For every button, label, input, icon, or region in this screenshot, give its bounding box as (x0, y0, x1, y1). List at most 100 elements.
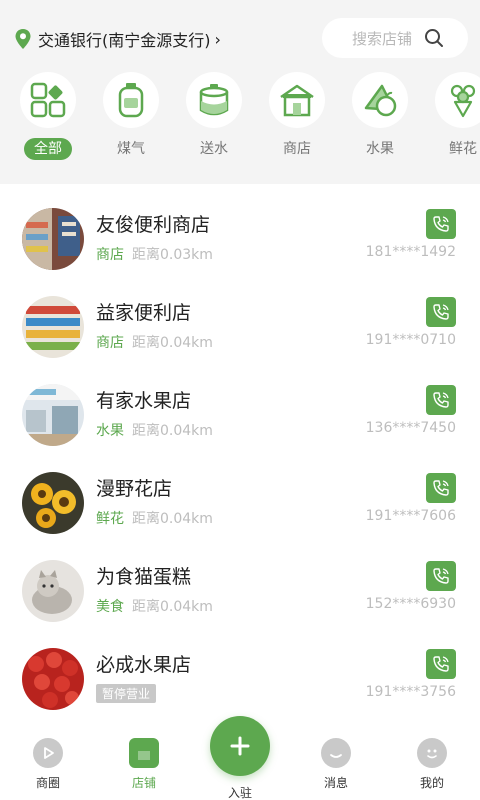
shop-name: 为食猫蛋糕 (96, 566, 192, 588)
profile-face-icon (417, 738, 447, 768)
shop-distance: 距离0.04km (132, 423, 213, 439)
shop-avatar (22, 384, 84, 446)
category-label: 商店 (283, 141, 311, 157)
shop-distance: 距离0.03km (132, 247, 213, 263)
tab-label: 我的 (419, 776, 444, 790)
category-water[interactable]: 送水 (184, 72, 244, 160)
search-icon (425, 29, 443, 47)
closed-badge: 暂停营业 (96, 684, 157, 703)
shop-phone: 136****7450 (365, 420, 456, 436)
shop-meta: 暂停营业 (96, 684, 157, 703)
chevron-right-icon: › (214, 29, 221, 49)
shop-tag: 水果 (96, 423, 124, 439)
shop-tag: 商店 (96, 247, 124, 263)
category-circle (186, 72, 242, 128)
message-face-icon (321, 738, 351, 768)
shop-meta: 鲜花 距离0.04km (96, 508, 213, 528)
shop-phone: 191****7606 (365, 508, 456, 524)
plus-icon (230, 736, 250, 756)
store-tab-icon (129, 738, 159, 768)
shop-tag: 鲜花 (96, 511, 124, 527)
call-button[interactable] (426, 473, 456, 503)
play-circle-icon (33, 738, 63, 768)
category-circle (435, 72, 480, 128)
shop-avatar (22, 472, 84, 534)
phone-icon (433, 304, 449, 320)
shop-avatar (22, 648, 84, 710)
category-circle (352, 72, 408, 128)
shop-tag: 商店 (96, 335, 124, 351)
tab-label: 店铺 (131, 776, 156, 790)
shop-avatar (22, 296, 84, 358)
call-button[interactable] (426, 209, 456, 239)
shop-name: 益家便利店 (96, 302, 192, 324)
tab-shops[interactable]: 店铺 (109, 738, 179, 791)
tab-label: 商圈 (35, 776, 60, 790)
shop-tag: 美食 (96, 599, 124, 615)
shop-row[interactable]: 必成水果店 暂停营业 191****3756 (0, 636, 480, 724)
location-text: 交通银行(南宁金源支行) (38, 31, 211, 50)
shop-distance: 距离0.04km (132, 511, 213, 527)
tab-mine[interactable]: 我的 (397, 738, 467, 791)
tab-messages[interactable]: 消息 (301, 738, 371, 791)
location-selector[interactable]: 交通银行(南宁金源支行) › (14, 24, 221, 54)
gas-tank-icon (118, 83, 144, 118)
category-store[interactable]: 商店 (267, 72, 327, 160)
shop-meta: 商店 距离0.03km (96, 244, 213, 264)
shop-distance: 距离0.04km (132, 335, 213, 351)
category-label: 鲜花 (449, 141, 477, 157)
category-circle (103, 72, 159, 128)
shop-row[interactable]: 有家水果店 水果 距离0.04km 136****7450 (0, 372, 480, 460)
category-all[interactable]: 全部 (18, 72, 78, 160)
shop-distance: 距离0.04km (132, 599, 213, 615)
search-bar[interactable]: 搜索店铺 (322, 18, 468, 58)
call-button[interactable] (426, 297, 456, 327)
join-fab-button[interactable] (210, 716, 270, 776)
shop-row[interactable]: 漫野花店 鲜花 距离0.04km 191****7606 (0, 460, 480, 548)
shop-phone: 181****1492 (365, 244, 456, 260)
tab-label: 消息 (323, 776, 348, 790)
location-pin-icon (15, 29, 31, 49)
category-label: 全部 (24, 138, 72, 160)
shop-meta: 美食 距离0.04km (96, 596, 213, 616)
shop-phone: 152****6930 (365, 596, 456, 612)
grid-icon (30, 82, 66, 118)
phone-icon (433, 392, 449, 408)
shop-avatar (22, 208, 84, 270)
shop-avatar (22, 560, 84, 622)
call-button[interactable] (426, 649, 456, 679)
shop-row[interactable]: 友俊便利商店 商店 距离0.03km 181****1492 (0, 196, 480, 284)
category-fruit[interactable]: 水果 (350, 72, 410, 160)
header: 交通银行(南宁金源支行) › 搜索店铺 全部 煤气 送水 商店 水果 鲜花 (0, 0, 480, 184)
category-flower[interactable]: 鲜花 (433, 72, 480, 160)
category-bar: 全部 煤气 送水 商店 水果 鲜花 (0, 72, 480, 168)
category-label: 送水 (200, 141, 228, 157)
shop-row[interactable]: 益家便利店 商店 距离0.04km 191****0710 (0, 284, 480, 372)
phone-icon (433, 568, 449, 584)
category-circle (20, 72, 76, 128)
fruit-icon (364, 84, 397, 117)
category-circle (269, 72, 325, 128)
category-label: 水果 (366, 141, 394, 157)
flower-icon (450, 84, 476, 118)
category-label: 煤气 (117, 141, 145, 157)
shop-row[interactable]: 为食猫蛋糕 美食 距离0.04km 152****6930 (0, 548, 480, 636)
shop-phone: 191****0710 (365, 332, 456, 348)
call-button[interactable] (426, 561, 456, 591)
shop-meta: 商店 距离0.04km (96, 332, 213, 352)
search-placeholder: 搜索店铺 (352, 29, 413, 48)
shop-name: 友俊便利商店 (96, 214, 211, 236)
join-label: 入驻 (227, 786, 252, 800)
shop-phone: 191****3756 (365, 684, 456, 700)
category-gas[interactable]: 煤气 (101, 72, 161, 160)
phone-icon (433, 480, 449, 496)
call-button[interactable] (426, 385, 456, 415)
shop-name: 必成水果店 (96, 654, 192, 676)
tab-business-circle[interactable]: 商圈 (13, 738, 83, 791)
phone-icon (433, 656, 449, 672)
store-icon (280, 84, 314, 117)
phone-icon (433, 216, 449, 232)
water-bucket-icon (199, 84, 229, 116)
shop-name: 漫野花店 (96, 478, 173, 500)
shop-meta: 水果 距离0.04km (96, 420, 213, 440)
